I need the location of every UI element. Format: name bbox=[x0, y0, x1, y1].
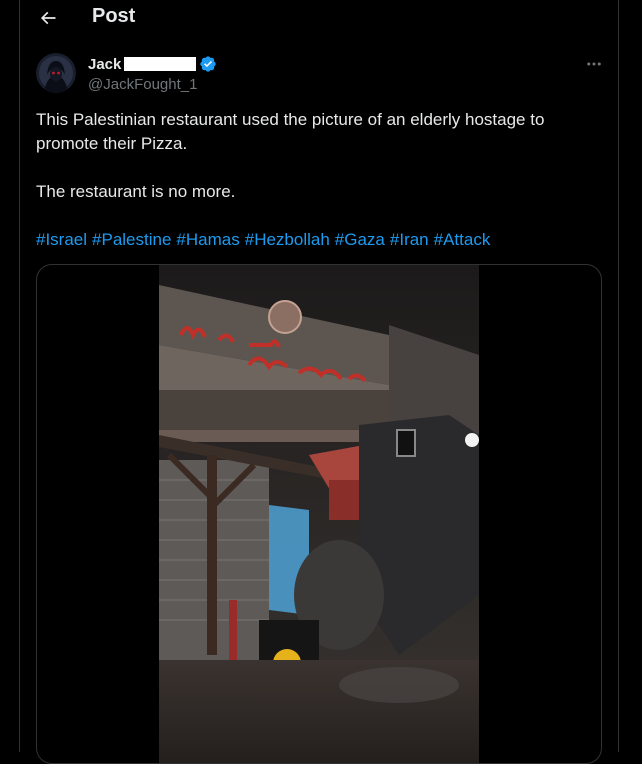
hashtag-link[interactable]: #Palestine bbox=[92, 230, 171, 249]
avatar[interactable] bbox=[36, 53, 76, 93]
author-name[interactable]: Jack bbox=[88, 56, 121, 73]
redaction-bar bbox=[124, 57, 197, 71]
author-name-row: Jack bbox=[88, 55, 217, 73]
arrow-left-icon bbox=[40, 11, 56, 25]
more-options-button[interactable] bbox=[584, 54, 604, 74]
more-icon bbox=[587, 62, 601, 66]
hashtag-link[interactable]: #Gaza bbox=[335, 230, 385, 249]
author-handle[interactable]: @JackFought_1 bbox=[88, 76, 197, 93]
hashtag-link[interactable]: #Attack bbox=[434, 230, 491, 249]
back-button[interactable] bbox=[34, 4, 62, 32]
tweet-text-line-2: The restaurant is no more. bbox=[36, 182, 236, 201]
post-column: Post Jack @JackFought_1 This Palestinian… bbox=[19, 0, 619, 764]
tweet-text: This Palestinian restaurant used the pic… bbox=[36, 108, 596, 204]
video-frame bbox=[159, 265, 479, 763]
verified-badge-icon[interactable] bbox=[199, 55, 217, 73]
video-player[interactable] bbox=[36, 264, 602, 764]
hashtag-link[interactable]: #Iran bbox=[390, 230, 429, 249]
hashtag-link[interactable]: #Hezbollah bbox=[245, 230, 330, 249]
post-header: Post bbox=[20, 0, 618, 36]
hashtag-list: #Israel #Palestine #Hamas #Hezbollah #Gaza #I… bbox=[36, 228, 495, 252]
hashtag-link[interactable]: #Israel bbox=[36, 230, 87, 249]
page-title: Post bbox=[92, 5, 136, 27]
tweet-text-line-1: This Palestinian restaurant used the pic… bbox=[36, 110, 545, 153]
hashtag-link[interactable]: #Hamas bbox=[176, 230, 239, 249]
